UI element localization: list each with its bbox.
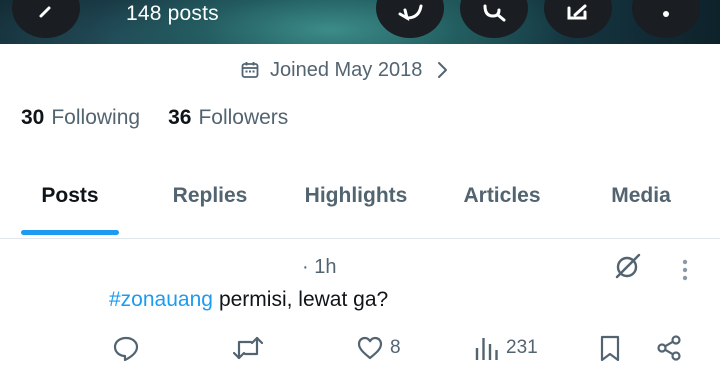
calendar-icon bbox=[241, 62, 259, 78]
reply-icon bbox=[113, 336, 139, 362]
following-link[interactable]: 30 Following bbox=[21, 106, 140, 130]
followers-count: 36 bbox=[168, 106, 192, 129]
tweet-body: permisi, lewat ga? bbox=[218, 288, 389, 311]
active-tab-indicator bbox=[21, 230, 119, 235]
header-banner: 148 posts bbox=[0, 0, 720, 44]
grok-icon[interactable] bbox=[612, 252, 642, 282]
views-button[interactable]: 231 bbox=[474, 334, 538, 362]
following-label: Following bbox=[51, 106, 141, 129]
profile-tabs: Posts Replies Highlights Articles Media bbox=[0, 160, 720, 239]
bookmark-button[interactable] bbox=[598, 334, 622, 362]
tweet-more-icon[interactable] bbox=[680, 258, 690, 282]
back-button[interactable] bbox=[12, 0, 80, 38]
joined-label: Joined May 2018 bbox=[270, 58, 423, 81]
like-button[interactable]: 8 bbox=[356, 334, 401, 362]
followers-link[interactable]: 36 Followers bbox=[168, 106, 288, 130]
share-icon bbox=[657, 335, 681, 361]
tab-posts[interactable]: Posts bbox=[41, 184, 98, 208]
followers-label: Followers bbox=[198, 106, 289, 129]
post-count: 148 posts bbox=[126, 2, 219, 25]
reply-button[interactable] bbox=[112, 334, 140, 362]
more-vertical-icon bbox=[663, 11, 669, 17]
more-button[interactable] bbox=[632, 0, 700, 38]
hashtag-link[interactable]: #zonauang bbox=[109, 288, 213, 311]
views-icon bbox=[475, 338, 498, 360]
like-count: 8 bbox=[390, 337, 401, 358]
tweet-timestamp[interactable]: · 1h bbox=[302, 256, 336, 279]
views-count: 231 bbox=[506, 337, 538, 358]
tab-media[interactable]: Media bbox=[611, 184, 671, 208]
refresh-icon bbox=[398, 4, 423, 22]
tab-articles[interactable]: Articles bbox=[463, 184, 540, 208]
edit-button[interactable] bbox=[544, 0, 612, 38]
share-button[interactable] bbox=[655, 334, 683, 362]
joined-date[interactable]: Joined May 2018 bbox=[240, 58, 448, 82]
refresh-button[interactable] bbox=[376, 0, 444, 38]
tab-highlights[interactable]: Highlights bbox=[305, 184, 408, 208]
search-icon bbox=[483, 4, 506, 22]
chevron-right-icon bbox=[438, 62, 448, 78]
tweet-text: #zonauang permisi, lewat ga? bbox=[109, 288, 388, 312]
repost-button[interactable] bbox=[231, 334, 265, 362]
heart-icon bbox=[357, 336, 383, 360]
tab-replies[interactable]: Replies bbox=[173, 184, 248, 208]
follow-stats: 30 Following 36 Followers bbox=[21, 106, 316, 130]
following-count: 30 bbox=[21, 106, 45, 129]
repost-icon bbox=[232, 336, 264, 360]
tweet-actions: 8 231 bbox=[0, 334, 720, 366]
back-icon bbox=[39, 6, 51, 18]
bookmark-icon bbox=[600, 335, 620, 362]
search-button[interactable] bbox=[460, 0, 528, 38]
edit-icon bbox=[567, 4, 587, 20]
